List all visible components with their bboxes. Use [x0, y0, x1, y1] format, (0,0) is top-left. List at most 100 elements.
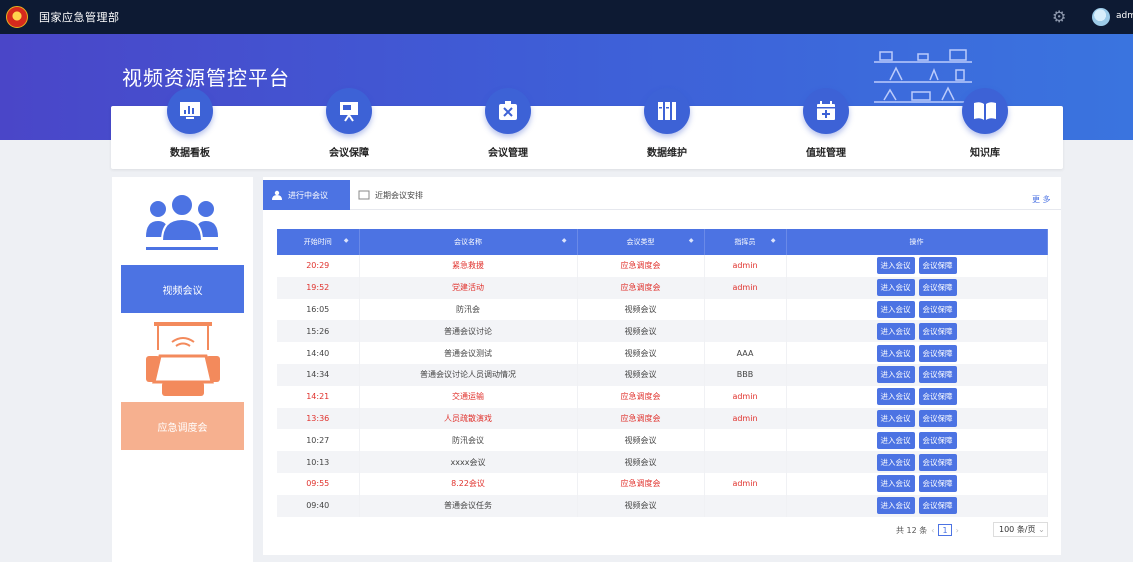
prev-page-icon[interactable]: ‹: [931, 526, 934, 535]
nav-item-data-maintenance[interactable]: 数据维护: [617, 88, 717, 166]
table-row: 09:55 8.22会议 应急调度会 admin 进入会议 会议保障: [277, 472, 1048, 495]
sort-icon: ◆: [688, 237, 694, 244]
nav-item-meeting-management[interactable]: 会议管理: [458, 88, 558, 166]
more-link[interactable]: 更 多: [1032, 194, 1051, 205]
enter-meeting-button[interactable]: 进入会议: [876, 431, 915, 449]
enter-meeting-button[interactable]: 进入会议: [876, 388, 915, 406]
commander-cell: admin: [704, 276, 787, 299]
meeting-type-cell: 应急调度会: [577, 407, 705, 430]
commander-cell: admin: [704, 407, 787, 430]
meeting-guarantee-button[interactable]: 会议保障: [918, 388, 957, 406]
start-time-cell: 15:26: [277, 320, 360, 343]
start-time-cell: 10:13: [277, 451, 360, 473]
enter-meeting-button[interactable]: 进入会议: [876, 366, 915, 384]
tab-upcoming-meetings[interactable]: 近期会议安排: [354, 180, 464, 210]
actions-cell: 进入会议 会议保障: [786, 298, 1048, 321]
enter-meeting-button[interactable]: 进入会议: [876, 322, 915, 340]
table-row: 16:05 防汛会 视频会议 进入会议 会议保障: [277, 298, 1048, 321]
meeting-type-cell: 应急调度会: [577, 255, 705, 277]
nav-item-dashboard[interactable]: 数据看板: [140, 88, 240, 166]
sort-icon: ◆: [770, 237, 776, 244]
meeting-guarantee-button[interactable]: 会议保障: [918, 257, 957, 275]
meeting-guarantee-button[interactable]: 会议保障: [918, 475, 957, 493]
enter-meeting-button[interactable]: 进入会议: [876, 257, 915, 275]
presentation-icon: [326, 88, 372, 134]
start-time-cell: 14:40: [277, 342, 360, 364]
actions-cell: 进入会议 会议保障: [786, 429, 1048, 452]
next-page-icon[interactable]: ›: [956, 526, 959, 535]
meeting-name-cell: 交通运输: [359, 385, 578, 408]
platform-title: 视频资源管控平台: [122, 66, 290, 90]
table-row: 14:34 普通会议讨论人员调动情况 视频会议 BBB 进入会议 会议保障: [277, 363, 1048, 386]
nav-item-meeting-guarantee[interactable]: 会议保障: [299, 88, 399, 166]
user-name[interactable]: admin: [1116, 11, 1133, 21]
meeting-guarantee-button[interactable]: 会议保障: [918, 322, 957, 340]
column-header-meeting-type[interactable]: 会议类型 ◆: [577, 229, 705, 255]
database-icon: [644, 88, 690, 134]
start-time-cell: 19:52: [277, 276, 360, 299]
nav-item-knowledge-base[interactable]: 知识库: [935, 88, 1035, 166]
actions-cell: 进入会议 会议保障: [786, 276, 1048, 299]
table-row: 20:29 紧急救援 应急调度会 admin 进入会议 会议保障: [277, 255, 1048, 277]
book-icon: [962, 88, 1008, 134]
commander-cell: [704, 451, 787, 473]
commander-cell: [704, 320, 787, 343]
meeting-name-cell: xxxx会议: [359, 451, 578, 473]
meeting-guarantee-button[interactable]: 会议保障: [918, 453, 957, 471]
enter-meeting-button[interactable]: 进入会议: [876, 409, 915, 427]
pagination: 共 12 条 ‹ 1 ›: [896, 524, 963, 536]
enter-meeting-button[interactable]: 进入会议: [876, 344, 915, 362]
enter-meeting-button[interactable]: 进入会议: [876, 497, 915, 515]
top-bar: 国家应急管理部 ⚙ admin: [0, 0, 1133, 34]
tab-ongoing-meetings[interactable]: 进行中会议: [263, 180, 350, 210]
dispatch-meeting-button[interactable]: 应急调度会: [121, 402, 244, 450]
enter-meeting-button[interactable]: 进入会议: [876, 279, 915, 297]
page-number[interactable]: 1: [938, 524, 952, 536]
meeting-name-cell: 防汛会: [359, 298, 578, 321]
page-size-select[interactable]: 100 条/页 ⌄: [993, 522, 1048, 537]
actions-cell: 进入会议 会议保障: [786, 255, 1048, 277]
meeting-guarantee-button[interactable]: 会议保障: [918, 344, 957, 362]
nav-label: 数据维护: [647, 148, 687, 159]
meeting-name-cell: 普通会议测试: [359, 342, 578, 364]
meeting-guarantee-button[interactable]: 会议保障: [918, 431, 957, 449]
table-row: 14:21 交通运输 应急调度会 admin 进入会议 会议保障: [277, 385, 1048, 408]
column-header-start-time[interactable]: 开始时间 ◆: [277, 229, 360, 255]
commander-cell: [704, 298, 787, 321]
meeting-type-panel: 视频会议 应急调度会: [112, 177, 253, 562]
column-header-commander[interactable]: 指挥员 ◆: [704, 229, 787, 255]
meeting-type-cell: 应急调度会: [577, 472, 705, 495]
meeting-type-cell: 视频会议: [577, 429, 705, 452]
enter-meeting-button[interactable]: 进入会议: [876, 475, 915, 493]
video-meeting-button[interactable]: 视频会议: [121, 265, 244, 313]
gear-icon[interactable]: ⚙: [1052, 9, 1068, 25]
meeting-name-cell: 普通会议讨论: [359, 320, 578, 343]
meeting-guarantee-button[interactable]: 会议保障: [918, 279, 957, 297]
meeting-guarantee-button[interactable]: 会议保障: [918, 300, 957, 318]
meeting-name-cell: 人员疏散演戏: [359, 407, 578, 430]
meeting-guarantee-button[interactable]: 会议保障: [918, 497, 957, 515]
column-header-actions: 操作: [786, 229, 1048, 255]
sort-icon: ◆: [343, 237, 349, 244]
start-time-cell: 09:40: [277, 494, 360, 517]
meeting-icon: [272, 190, 282, 200]
actions-cell: 进入会议 会议保障: [786, 342, 1048, 364]
meeting-guarantee-button[interactable]: 会议保障: [918, 366, 957, 384]
national-emblem-logo: [6, 6, 28, 28]
table-row: 19:52 党建活动 应急调度会 admin 进入会议 会议保障: [277, 276, 1048, 299]
enter-meeting-button[interactable]: 进入会议: [876, 453, 915, 471]
enter-meeting-button[interactable]: 进入会议: [876, 300, 915, 318]
meeting-guarantee-button[interactable]: 会议保障: [918, 409, 957, 427]
commander-cell: BBB: [704, 363, 787, 386]
avatar[interactable]: [1092, 8, 1110, 26]
start-time-cell: 14:21: [277, 385, 360, 408]
actions-cell: 进入会议 会议保障: [786, 363, 1048, 386]
table-row: 13:36 人员疏散演戏 应急调度会 admin 进入会议 会议保障: [277, 407, 1048, 430]
meeting-name-cell: 8.22会议: [359, 472, 578, 495]
column-header-meeting-name[interactable]: 会议名称 ◆: [359, 229, 578, 255]
dispatch-meeting-icon: [146, 322, 220, 396]
actions-cell: 进入会议 会议保障: [786, 320, 1048, 343]
nav-item-duty-management[interactable]: 值班管理: [776, 88, 876, 166]
commander-cell: AAA: [704, 342, 787, 364]
actions-cell: 进入会议 会议保障: [786, 451, 1048, 473]
